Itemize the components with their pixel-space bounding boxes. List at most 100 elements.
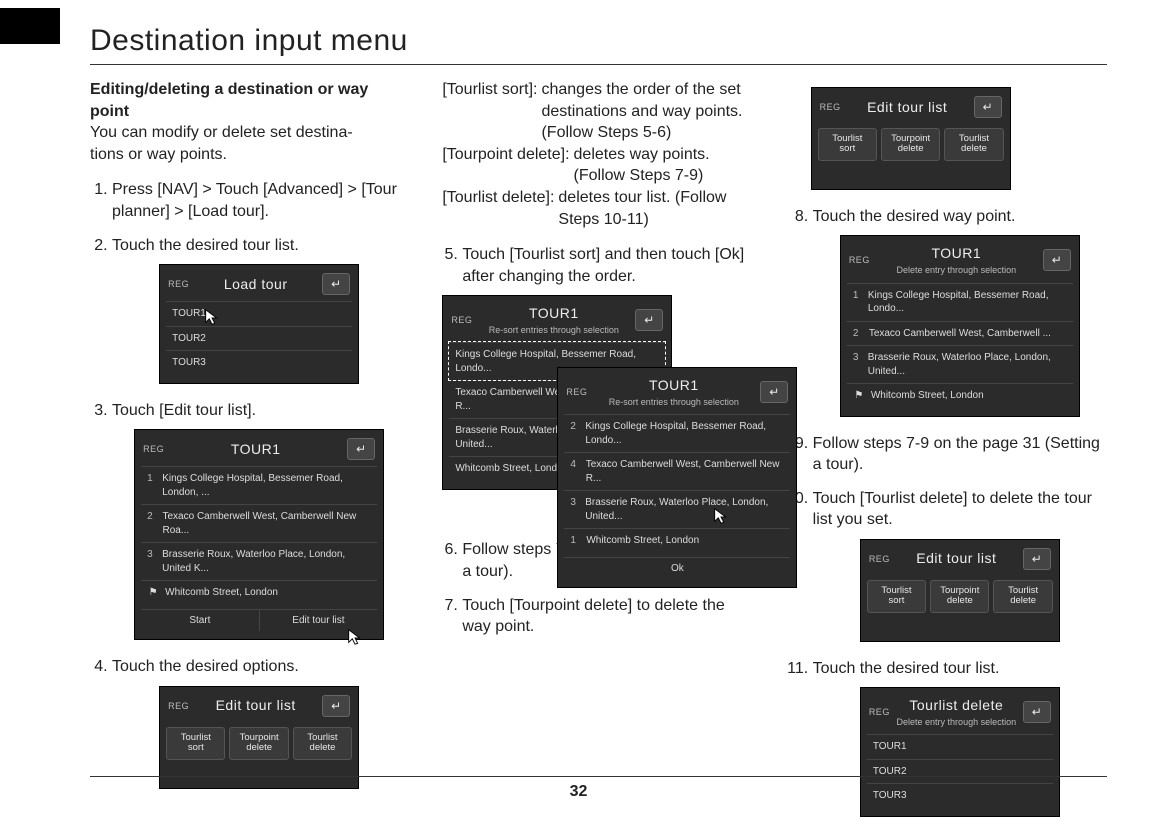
table-row[interactable]: 1Whitcomb Street, London — [564, 528, 790, 553]
row-text: Whitcomb Street, London — [455, 462, 568, 476]
device-title: Tourlist delete — [896, 696, 1017, 715]
back-icon[interactable]: ↵ — [635, 309, 663, 331]
title-rule — [90, 64, 1107, 65]
column-1: Editing/deleting a destination or way po… — [90, 79, 406, 833]
option-text: deletes tour list. (Follow Steps 10-11) — [558, 187, 756, 230]
reg-label: REG — [143, 443, 164, 455]
tourlist-sort-button[interactable]: Tourlist sort — [867, 580, 926, 613]
row-text: Brasserie Roux, Waterloo Place, London, … — [162, 548, 371, 575]
back-icon[interactable]: ↵ — [1023, 548, 1051, 570]
row-num: 3 — [853, 351, 862, 378]
table-row[interactable]: 1Kings College Hospital, Bessemer Road, … — [141, 466, 377, 504]
back-icon[interactable]: ↵ — [1043, 249, 1071, 271]
device-title: TOUR1 — [593, 376, 754, 395]
reg-label: REG — [168, 700, 189, 712]
list-item[interactable]: TOUR1 — [867, 734, 1053, 759]
step-4-text: Touch the desired options. — [112, 658, 299, 675]
screenshot-delete-waypoint: REG TOUR1 Delete entry through selection… — [840, 235, 1080, 416]
back-icon[interactable]: ↵ — [974, 96, 1002, 118]
tourlist-sort-button[interactable]: Tourlist sort — [818, 128, 877, 161]
step-2-text: Touch the desired tour list. — [112, 237, 299, 254]
options-block: [Tourlist sort]: changes the order of th… — [442, 79, 756, 230]
option-text: deletes way points. (Follow Steps 7-9) — [574, 144, 757, 187]
device-title: Edit tour list — [916, 550, 996, 566]
page-number: 32 — [0, 783, 1157, 801]
intro-text: You can modify or delete set destina- ti… — [90, 122, 406, 165]
row-text: Brasserie Roux, Waterloo Place, London, … — [868, 351, 1067, 378]
row-text: Brasserie Roux, Waterloo Place, London, … — [585, 496, 784, 523]
row-num: 3 — [147, 548, 156, 575]
screenshot-edit-tour-list: REG Edit tour list ↵ Tourlist sort Tourp… — [159, 686, 359, 789]
step-2: Touch the desired tour list. REG Load to… — [112, 235, 406, 384]
page: Destination input menu Editing/deleting … — [0, 0, 1157, 813]
back-icon[interactable]: ↵ — [760, 381, 788, 403]
option-label: [Tourlist delete]: — [442, 187, 554, 230]
step-10-text: Touch [Tourlist delete] to delete the to… — [813, 490, 1092, 529]
back-icon[interactable]: ↵ — [347, 438, 375, 460]
list-item[interactable]: TOUR2 — [867, 759, 1053, 784]
row-num: 2 — [853, 327, 863, 341]
table-row[interactable]: 1Kings College Hospital, Bessemer Road, … — [847, 283, 1073, 321]
tourlist-delete-button[interactable]: Tourlist delete — [993, 580, 1052, 613]
table-row[interactable]: 3Brasserie Roux, Waterloo Place, London,… — [847, 345, 1073, 383]
row-text: Whitcomb Street, London — [871, 389, 984, 403]
step-9-text: Follow steps 7-9 on the page 31 (Setting… — [813, 435, 1100, 474]
back-icon[interactable]: ↵ — [1023, 701, 1051, 723]
back-icon[interactable]: ↵ — [322, 695, 350, 717]
option-tourlist-sort: [Tourlist sort]: changes the order of th… — [442, 79, 756, 144]
tourpoint-delete-button[interactable]: Tourpoint delete — [930, 580, 989, 613]
row-text: Whitcomb Street, London — [586, 534, 699, 548]
device-title: Load tour — [224, 276, 288, 292]
list-item[interactable]: TOUR2 — [166, 326, 352, 351]
row-text: Texaco Camberwell West, Camberwell ... — [869, 327, 1051, 341]
step-7-text: Touch [Tourpoint delete] to delete the w… — [462, 597, 724, 636]
tourlist-delete-button[interactable]: Tourlist delete — [293, 727, 352, 760]
step-8: Touch the desired way point. REG TOUR1 D… — [813, 206, 1107, 417]
step-11-text: Touch the desired tour list. — [813, 660, 1000, 677]
tourlist-sort-button[interactable]: Tourlist sort — [166, 727, 225, 760]
device-load-tour: REG Load tour ↵ TOUR1 TOUR2 TOUR3 — [159, 264, 359, 384]
reg-label: REG — [566, 386, 587, 398]
row-num: 1 — [147, 472, 156, 499]
row-text: Texaco Camberwell West, Camberwell New R… — [586, 458, 785, 485]
flag-icon: ⚑ — [147, 586, 159, 600]
column-2: [Tourlist sort]: changes the order of th… — [440, 79, 756, 833]
table-row[interactable]: 2Texaco Camberwell West, Camberwell New … — [141, 504, 377, 542]
row-num: 4 — [570, 458, 579, 485]
tourpoint-delete-button[interactable]: Tourpoint delete — [881, 128, 940, 161]
tourpoint-delete-button[interactable]: Tourpoint delete — [229, 727, 288, 760]
columns: Editing/deleting a destination or way po… — [90, 79, 1107, 833]
back-icon[interactable]: ↵ — [322, 273, 350, 295]
screenshot-tour1: REG TOUR1 ↵ 1Kings College Hospital, Bes… — [134, 429, 384, 640]
list-item[interactable]: TOUR1 — [166, 301, 352, 326]
step-5: Touch [Tourlist sort] and then touch [Ok… — [462, 244, 756, 527]
table-row[interactable]: 4 Texaco Camberwell West, Camberwell New … — [564, 452, 790, 490]
step-4: Touch the desired options. REG Edit tour… — [112, 656, 406, 788]
option-tourpoint-delete: [Tourpoint delete]: deletes way points. … — [442, 144, 756, 187]
ok-button[interactable]: Ok — [564, 558, 790, 580]
start-button[interactable]: Start — [141, 610, 259, 632]
list-item[interactable]: TOUR3 — [166, 350, 352, 375]
step-3: Touch [Edit tour list]. REG TOUR1 ↵ 1Kin… — [112, 400, 406, 641]
row-text: Kings College Hospital, Bessemer Road, L… — [868, 289, 1067, 316]
step-8-text: Touch the desired way point. — [813, 208, 1016, 225]
screenshot-load-tour: REG Load tour ↵ TOUR1 TOUR2 TOUR3 — [159, 264, 359, 384]
edit-tour-list-button[interactable]: Edit tour list — [259, 610, 378, 632]
table-row[interactable]: ⚑Whitcomb Street, London — [847, 383, 1073, 408]
option-text: changes the order of the set destination… — [541, 79, 756, 144]
tourlist-delete-button[interactable]: Tourlist delete — [944, 128, 1003, 161]
table-row[interactable]: 3Brasserie Roux, Waterloo Place, London,… — [564, 490, 790, 528]
table-row[interactable]: ⚑Whitcomb Street, London — [141, 580, 377, 605]
table-row[interactable]: 3Brasserie Roux, Waterloo Place, London,… — [141, 542, 377, 580]
list-item-label: TOUR2 — [172, 332, 206, 346]
step-1-text: Press [NAV] > Touch [Advanced] > [Tour p… — [112, 181, 397, 220]
step-9: Follow steps 7-9 on the page 31 (Setting… — [813, 433, 1107, 476]
side-tab — [0, 8, 60, 44]
column-3: REG Edit tour list ↵ Tourlist sort Tourp… — [791, 79, 1107, 833]
table-row[interactable]: 2Kings College Hospital, Bessemer Road, … — [564, 414, 790, 452]
table-row[interactable]: 2 Texaco Camberwell West, Camberwell ... — [847, 321, 1073, 346]
screenshot-edit-tour-list-2: REG Edit tour list ↵ Tourlist sort Tourp… — [860, 539, 1060, 642]
device-edit-tour-list: REG Edit tour list ↵ Tourlist sort Tourp… — [159, 686, 359, 789]
bottom-rule — [90, 776, 1107, 777]
device-title: TOUR1 — [876, 244, 1037, 263]
